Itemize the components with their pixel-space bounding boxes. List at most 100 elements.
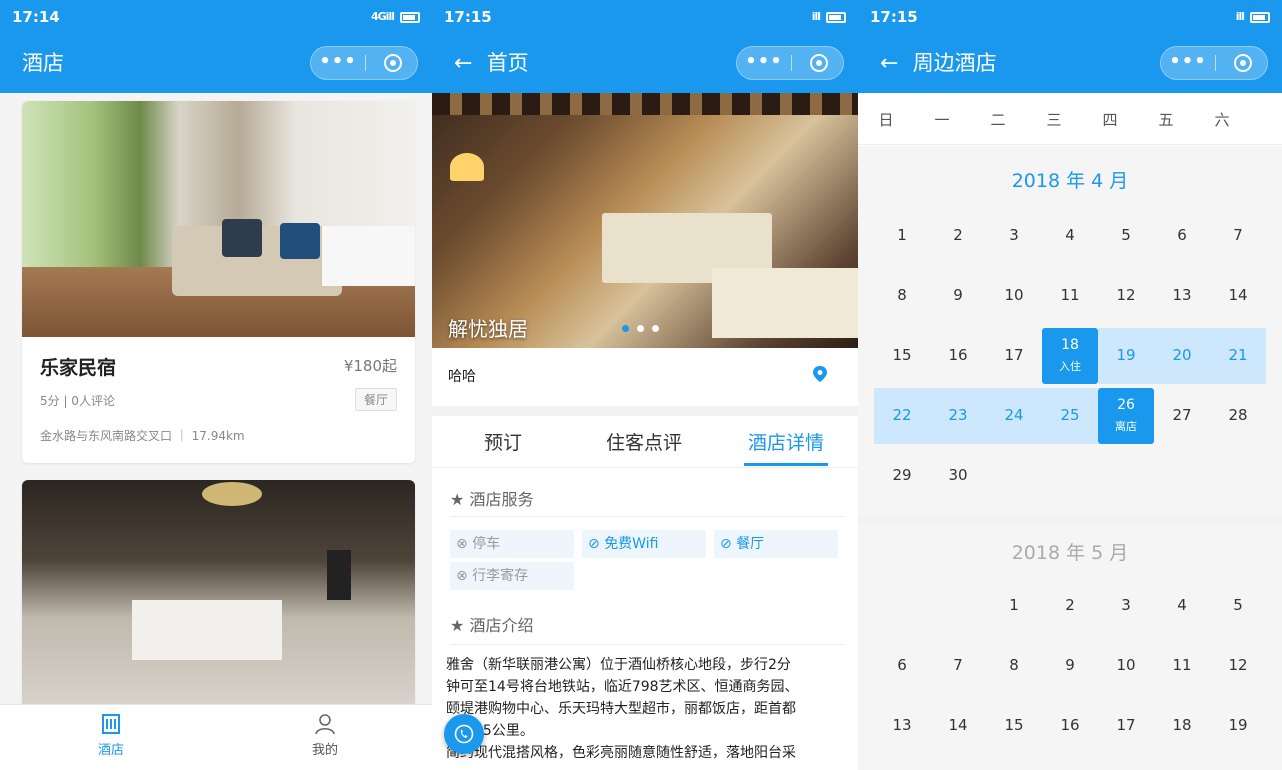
calendar-day[interactable]: 6 <box>874 638 930 694</box>
hotel-subtitle: 哈哈 <box>448 369 476 385</box>
calendar-day[interactable]: 9 <box>930 268 986 324</box>
calendar-day[interactable]: 24 <box>986 388 1042 444</box>
day-number: 3 <box>1009 226 1019 244</box>
nav-bar: 17:14 4Gill 酒店 ••• <box>0 0 432 93</box>
calendar-day[interactable]: 19 <box>1098 328 1154 384</box>
capsule-divider <box>791 55 792 71</box>
calendar-day[interactable]: 12 <box>1210 638 1266 694</box>
day-number: 9 <box>1065 656 1075 674</box>
calendar-day[interactable]: 27 <box>1154 388 1210 444</box>
hotel-card[interactable] <box>22 480 415 710</box>
intro-heading: ★ 酒店介绍 <box>450 612 533 636</box>
carousel-dot[interactable] <box>637 325 644 332</box>
calendar-day[interactable]: 16 <box>930 328 986 384</box>
calendar-day[interactable]: 4 <box>1042 208 1098 264</box>
calendar-day[interactable]: 17 <box>986 328 1042 384</box>
tab-reviews[interactable]: 住客点评 <box>606 428 682 455</box>
tab-hotel-details[interactable]: 酒店详情 <box>748 428 824 455</box>
month-title: 2018 年 5 月 <box>1011 542 1129 564</box>
unavailable-icon: ⊗ <box>456 568 468 584</box>
calendar-day[interactable]: 1 <box>874 208 930 264</box>
day-number: 26 <box>1117 397 1135 413</box>
calendar-day[interactable]: 21 <box>1210 328 1266 384</box>
calendar-day[interactable]: 10 <box>1098 638 1154 694</box>
calendar-day[interactable]: 10 <box>986 268 1042 324</box>
day-number: 13 <box>1172 286 1192 304</box>
calendar-day[interactable]: 19 <box>1210 698 1266 754</box>
location-pin-icon[interactable] <box>812 366 828 382</box>
back-arrow-icon[interactable]: ← <box>454 49 480 79</box>
calendar-day[interactable]: 7 <box>1210 208 1266 264</box>
calendar-day[interactable]: 30 <box>930 448 986 504</box>
calendar-day[interactable]: 7 <box>930 638 986 694</box>
tab-booking[interactable]: 预订 <box>484 428 522 455</box>
calendar-day[interactable]: 5 <box>1098 208 1154 264</box>
calendar-day[interactable]: 16 <box>1042 698 1098 754</box>
description-line: 雅舍（新华联丽港公寓）位于酒仙桥核心地段，步行2分 <box>446 657 791 673</box>
more-menu-icon[interactable]: ••• <box>737 47 791 79</box>
calendar-day[interactable]: 18 入住 <box>1042 328 1098 384</box>
calendar-day[interactable]: 1 <box>986 578 1042 634</box>
calendar-day[interactable]: 4 <box>1154 578 1210 634</box>
calendar-day[interactable]: 2 <box>930 208 986 264</box>
carousel-dot[interactable] <box>652 325 659 332</box>
calendar-day[interactable]: 11 <box>1154 638 1210 694</box>
calendar-day[interactable]: 12 <box>1098 268 1154 324</box>
calendar-day[interactable]: 11 <box>1042 268 1098 324</box>
more-menu-icon[interactable]: ••• <box>1161 47 1215 79</box>
tab-hotel-label: 酒店 <box>97 743 124 758</box>
calendar-day[interactable]: 5 <box>1210 578 1266 634</box>
capsule-divider <box>1215 55 1216 71</box>
calendar-day[interactable]: 14 <box>1210 268 1266 324</box>
calendar-day[interactable]: 8 <box>874 268 930 324</box>
calendar-day[interactable]: 15 <box>986 698 1042 754</box>
hotel-card[interactable]: 乐家民宿 ¥180起 5分 | 0人评论 餐厅 金水路与东风南路交叉口 ｜ 17… <box>22 101 415 463</box>
calendar-day[interactable]: 8 <box>986 638 1042 694</box>
tab-mine[interactable]: 我的 <box>265 713 385 758</box>
day-number: 10 <box>1116 656 1136 674</box>
calendar-day[interactable]: 20 <box>1154 328 1210 384</box>
page-title: 周边酒店 <box>912 51 997 75</box>
close-miniprogram-icon[interactable] <box>810 54 828 72</box>
calendar-day[interactable]: 3 <box>1098 578 1154 634</box>
divider <box>450 516 844 517</box>
photo-lamp <box>202 482 262 506</box>
weekday-label: 六 <box>1214 111 1230 129</box>
back-arrow-icon[interactable]: ← <box>880 49 906 79</box>
day-number: 17 <box>1004 346 1024 364</box>
battery-icon <box>1250 12 1270 23</box>
calendar-day[interactable]: 29 <box>874 448 930 504</box>
hotel-address: 金水路与东风南路交叉口 ｜ 17.94km <box>40 429 245 443</box>
close-miniprogram-icon[interactable] <box>384 54 402 72</box>
day-number: 17 <box>1116 716 1136 734</box>
carousel-dot[interactable] <box>622 325 629 332</box>
signal-icon: 4Gill <box>371 10 395 23</box>
calendar-day[interactable]: 23 <box>930 388 986 444</box>
calendar-day[interactable]: 26 离店 <box>1098 388 1154 444</box>
hotel-price: ¥180起 <box>343 357 397 375</box>
calendar-day[interactable]: 13 <box>1154 268 1210 324</box>
april-calendar: 2018 年 4 月 1 2 3 4 5 6 7 8 9 10 11 12 13 14 15 16 17 18 入住… <box>858 146 1282 516</box>
close-miniprogram-icon[interactable] <box>1234 54 1252 72</box>
tab-hotel[interactable]: 酒店 <box>51 713 171 758</box>
calendar-day[interactable]: 2 <box>1042 578 1098 634</box>
day-number: 7 <box>1233 226 1243 244</box>
photo-carousel[interactable]: 解忧独居 <box>432 93 858 348</box>
more-menu-icon[interactable]: ••• <box>311 47 365 79</box>
calendar-day[interactable]: 22 <box>874 388 930 444</box>
calendar-day[interactable]: 3 <box>986 208 1042 264</box>
calendar-day[interactable]: 9 <box>1042 638 1098 694</box>
calendar-day[interactable]: 25 <box>1042 388 1098 444</box>
calendar-day[interactable]: 13 <box>874 698 930 754</box>
call-button[interactable] <box>444 714 484 754</box>
calendar-day[interactable]: 18 <box>1154 698 1210 754</box>
calendar-day[interactable]: 28 <box>1210 388 1266 444</box>
calendar-day[interactable]: 15 <box>874 328 930 384</box>
calendar-day[interactable]: 14 <box>930 698 986 754</box>
calendar-day[interactable]: 6 <box>1154 208 1210 264</box>
hotel-description: 雅舍（新华联丽港公寓）位于酒仙桥核心地段，步行2分 钟可至14号将台地铁站，临近… <box>446 654 846 764</box>
weekday-label: 三 <box>1046 111 1062 129</box>
status-bar: 17:14 4Gill <box>12 8 420 28</box>
calendar-day[interactable]: 17 <box>1098 698 1154 754</box>
unavailable-icon: ⊗ <box>456 536 468 552</box>
